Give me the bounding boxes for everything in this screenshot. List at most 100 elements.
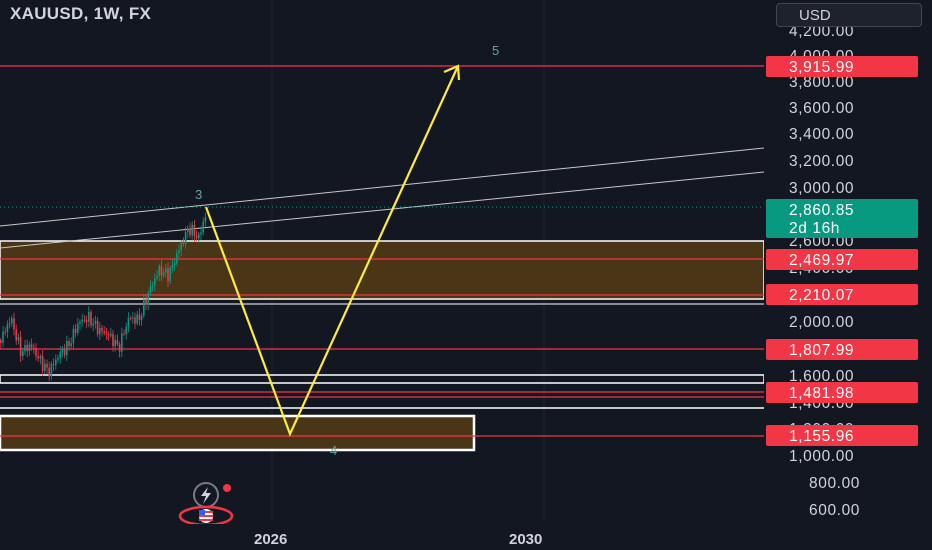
candle-body (41, 356, 44, 371)
chart-canvas[interactable]: 3 4 5 4,200.00 4,000.00 3,800.00 3,600.0… (0, 0, 932, 550)
candle-body (13, 318, 15, 330)
zone-thin[interactable] (0, 374, 765, 384)
candle-body (132, 317, 134, 319)
current-price-countdown: 2d 16h (789, 220, 840, 237)
price-tag[interactable]: 1,155.96 (766, 425, 918, 446)
candle-body (26, 344, 28, 352)
time-axis-label-2030: 2030 (509, 531, 542, 548)
price-axis-label: 2,000.00 (789, 314, 854, 331)
candle-body (171, 265, 174, 268)
candle-body (180, 242, 182, 251)
candle-body (193, 224, 196, 236)
candle-body (83, 319, 86, 321)
trend-line-upper[interactable] (0, 147, 765, 227)
candle-body (140, 315, 143, 321)
candle-body (101, 327, 103, 332)
price-axis-label: 1,000.00 (789, 448, 854, 465)
candle-body (147, 293, 149, 305)
candle-body (127, 318, 130, 327)
candle-body (70, 343, 72, 347)
candle-body (81, 319, 83, 322)
candle-body (178, 250, 180, 254)
price-axis-label: 600.00 (809, 502, 860, 519)
price-axis-label: 3,400.00 (789, 126, 854, 143)
candle-body (59, 352, 61, 359)
trend-line-lower[interactable] (0, 171, 765, 249)
candle-body (63, 349, 66, 356)
dividend-event-icon[interactable] (193, 482, 231, 508)
candle-body (92, 323, 94, 326)
price-tag[interactable]: 2,210.07 (766, 284, 918, 305)
candle-body (138, 314, 141, 321)
candle-body (151, 285, 154, 287)
candle-body (0, 340, 2, 343)
candle-body (11, 318, 13, 324)
candle-body (118, 344, 121, 352)
price-axis-label: 3,200.00 (789, 153, 854, 170)
symbol-title[interactable]: XAUUSD, 1W, FX (10, 4, 151, 24)
candle-body (66, 340, 68, 356)
candle-body (15, 329, 17, 341)
current-price-tag[interactable]: 2,860.85 2d 16h (766, 199, 918, 238)
time-axis[interactable] (0, 524, 764, 550)
candle-body (39, 356, 42, 359)
price-tag[interactable]: 1,807.99 (766, 339, 918, 360)
candle-body (48, 367, 50, 377)
candle-body (6, 324, 9, 332)
currency-button[interactable]: USD (776, 3, 922, 27)
candle-body (28, 344, 31, 352)
candle-body (55, 359, 57, 365)
candle-body (8, 323, 11, 325)
candle-body (99, 327, 101, 335)
price-tag[interactable]: 2,469.97 (766, 249, 918, 270)
candle-body (112, 333, 114, 347)
candle-body (2, 331, 4, 343)
price-tag-text: 2,210.07 (789, 287, 854, 304)
candle-body (33, 347, 35, 349)
price-axis-label: 3,000.00 (789, 180, 854, 197)
candle-body (110, 333, 112, 336)
zone-upper[interactable] (0, 240, 765, 300)
wave-label-3: 3 (195, 187, 202, 202)
candle-body (134, 317, 136, 324)
candle-body (121, 333, 123, 352)
candle-body (136, 314, 138, 324)
candle-body (94, 320, 97, 324)
candle-body (61, 349, 64, 353)
candle-body (125, 326, 127, 335)
candle-body (90, 311, 92, 326)
price-tag[interactable]: 3,915.99 (766, 56, 918, 77)
price-tag-text: 3,915.99 (789, 59, 854, 76)
candle-body (77, 323, 79, 333)
candle-body (85, 320, 88, 323)
candle-body (52, 363, 55, 365)
candle-body (143, 299, 145, 316)
time-axis-label-2026: 2026 (254, 531, 287, 548)
candle-body (105, 333, 108, 335)
zone-lower[interactable] (0, 414, 476, 452)
price-tag[interactable]: 1,481.98 (766, 382, 918, 403)
candle-body (167, 268, 169, 282)
candle-body (160, 265, 163, 276)
candle-body (154, 278, 156, 286)
candle-body (96, 320, 99, 335)
candle-body (156, 275, 158, 279)
price-tag-text: 1,155.96 (789, 428, 854, 445)
candle-body (57, 358, 59, 360)
candle-body (129, 318, 132, 320)
candle-body (162, 272, 165, 276)
candle-body (123, 333, 125, 335)
candle-body (114, 339, 116, 347)
us-flag-event-icon[interactable] (178, 505, 234, 527)
price-tag-text: 1,807.99 (789, 342, 854, 359)
candle-body (24, 344, 26, 352)
candle-body (198, 234, 200, 239)
candle-body (4, 331, 6, 333)
candle-body (169, 267, 171, 282)
price-axis-label: 800.00 (809, 475, 860, 492)
candle-body (165, 268, 167, 273)
candle-body (116, 339, 119, 345)
candle-body (145, 299, 147, 305)
candle-body (195, 235, 198, 239)
candle-body (149, 286, 152, 294)
